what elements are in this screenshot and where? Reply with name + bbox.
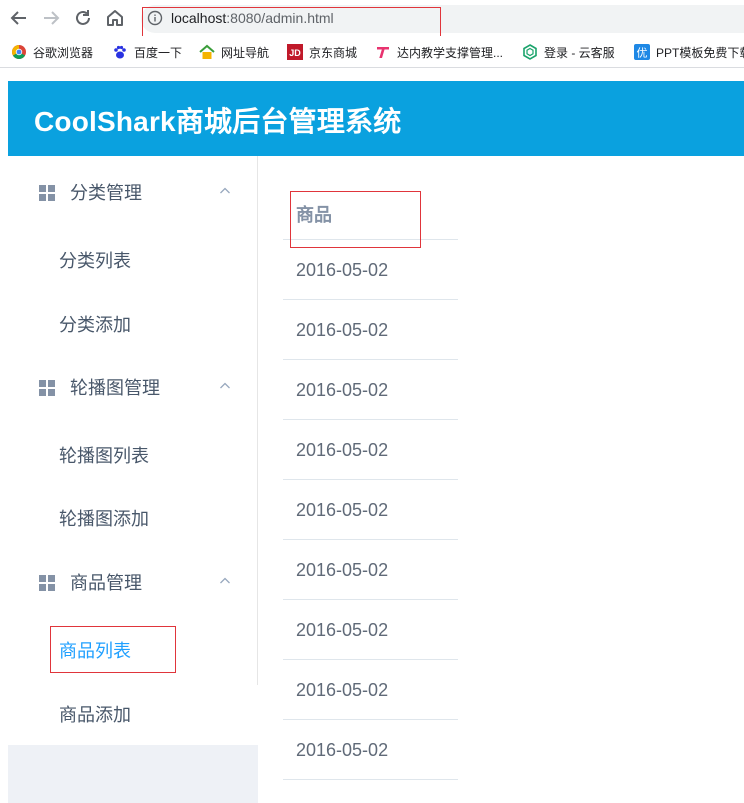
active-item-highlight-box	[50, 626, 176, 673]
table-cell: 2016-05-02	[296, 560, 389, 580]
home-icon[interactable]	[104, 7, 126, 29]
menu-item-label: 商品添加	[59, 705, 131, 725]
bookmark-ppt[interactable]: 优 PPT模板免费下载	[634, 43, 744, 61]
back-arrow-icon[interactable]	[8, 7, 30, 29]
table-row[interactable]: 2016-05-02	[283, 720, 458, 780]
table-row[interactable]: 2016-05-02	[283, 420, 458, 480]
svg-text:JD: JD	[289, 48, 301, 58]
menu-item-label: 轮播图添加	[59, 509, 149, 529]
submenu-category[interactable]: 分类管理	[8, 156, 257, 226]
table-row[interactable]: 2016-05-02	[283, 540, 458, 600]
table-row[interactable]: 2016-05-02	[283, 300, 458, 360]
forward-arrow-icon[interactable]	[40, 7, 62, 29]
table-cell: 2016-05-02	[296, 740, 389, 760]
bookmark-nav[interactable]: 网址导航	[199, 43, 269, 61]
bookmarks-bar: 谷歌浏览器 百度一下 网址导航 JD 京东商城 达内教学支撑管理... 登录 -…	[0, 36, 744, 68]
jd-icon: JD	[287, 44, 303, 60]
chrome-icon	[11, 44, 27, 60]
table-cell: 2016-05-02	[296, 440, 389, 460]
table-row[interactable]: 2016-05-02	[283, 600, 458, 660]
table-cell: 2016-05-02	[296, 500, 389, 520]
table-cell: 2016-05-02	[296, 260, 389, 280]
menu-item-banner-list[interactable]: 轮播图列表	[8, 423, 257, 483]
menu-item-product-add[interactable]: 商品添加	[8, 685, 284, 745]
bookmark-label: 网址导航	[221, 45, 270, 60]
menu-item-banner-add[interactable]: 轮播图添加	[8, 486, 257, 546]
submenu-banner[interactable]: 轮播图管理	[8, 351, 257, 421]
home-nav-icon	[199, 44, 215, 60]
bookmark-label: 谷歌浏览器	[33, 45, 94, 60]
svg-text:优: 优	[637, 47, 648, 60]
grid-icon	[39, 185, 55, 201]
app-header: CoolShark商城后台管理系统	[8, 81, 744, 156]
menu-item-label: 轮播图列表	[59, 446, 149, 466]
bookmark-tarena[interactable]: 达内教学支撑管理...	[375, 43, 503, 61]
baidu-paw-icon	[112, 44, 128, 60]
app-title: CoolShark商城后台管理系统	[34, 106, 402, 137]
table-cell: 2016-05-02	[296, 680, 389, 700]
bookmark-label: 京东商城	[309, 45, 358, 60]
bookmark-label: PPT模板免费下载	[656, 45, 744, 60]
submenu-title-label: 轮播图管理	[70, 378, 160, 398]
table-row[interactable]: 2016-05-02	[283, 240, 458, 300]
chevron-up-icon	[218, 574, 232, 588]
header-highlight-box	[290, 191, 421, 248]
menu-item-category-list[interactable]: 分类列表	[8, 228, 257, 288]
bookmark-baidu[interactable]: 百度一下	[112, 43, 182, 61]
table-row[interactable]: 2016-05-02	[283, 360, 458, 420]
submenu-title-label: 商品管理	[70, 573, 142, 593]
bookmark-label: 百度一下	[134, 45, 183, 60]
bookmark-jd[interactable]: JD 京东商城	[287, 43, 357, 61]
submenu-product[interactable]: 商品管理	[8, 546, 257, 616]
table-cell: 2016-05-02	[296, 620, 389, 640]
menu-item-category-add[interactable]: 分类添加	[8, 292, 257, 352]
table-cell: 2016-05-02	[296, 320, 389, 340]
tarena-icon	[375, 44, 391, 60]
chevron-up-icon	[218, 184, 232, 198]
you-icon: 优	[634, 44, 650, 60]
table-cell: 2016-05-02	[296, 380, 389, 400]
menu-item-label: 分类添加	[59, 315, 131, 335]
table-row[interactable]: 2016-05-02	[283, 660, 458, 720]
bookmark-label: 登录 - 云客服	[544, 45, 615, 60]
sidebar: 分类管理 分类列表 分类添加 轮播图管理 轮播图列表 轮播图添加 商品管理 商品…	[8, 156, 284, 803]
reload-icon[interactable]	[72, 7, 94, 29]
grid-icon	[39, 575, 55, 591]
grid-icon	[39, 380, 55, 396]
chevron-up-icon	[218, 379, 232, 393]
table-row[interactable]: 2016-05-02	[283, 480, 458, 540]
hexagon-icon	[522, 44, 538, 60]
bookmark-yunkefu[interactable]: 登录 - 云客服	[522, 43, 615, 61]
submenu-title-label: 分类管理	[70, 183, 142, 203]
menu-item-label: 分类列表	[59, 251, 131, 271]
bookmark-chrome[interactable]: 谷歌浏览器	[11, 43, 93, 61]
bookmark-label: 达内教学支撑管理...	[397, 45, 504, 60]
